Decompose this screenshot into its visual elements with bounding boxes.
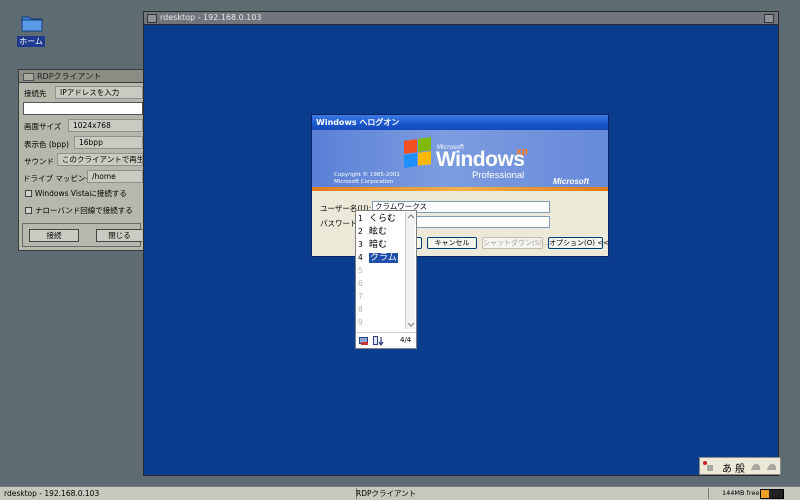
ime-help-icon[interactable] — [766, 462, 778, 472]
logon-dialog-title: Windows へログオン — [312, 115, 608, 130]
memory-usage-fill — [761, 490, 769, 498]
candidate-item[interactable]: 1 くらむ — [358, 212, 406, 225]
candidate-item-empty: 5 — [358, 266, 363, 275]
screen-size-select[interactable]: 1024x768 — [68, 119, 143, 132]
candidate-footer: 4/4 — [356, 332, 416, 348]
drive-mapping-label: ドライブ マッピング — [23, 174, 93, 183]
connect-to-label: 接続先 — [24, 89, 47, 98]
candidate-item[interactable]: 3 暗む — [358, 238, 406, 251]
ime-input-mode[interactable]: あ — [722, 460, 732, 475]
home-icon-label: ホーム — [17, 36, 45, 47]
maximize-icon[interactable] — [764, 14, 774, 23]
sort-icon[interactable] — [373, 336, 384, 346]
taskbar: rdesktop - 192.168.0.103 RDPクライアント 144MB… — [0, 486, 800, 500]
rdp-client-title: RDPクライアント — [37, 72, 102, 81]
candidate-item-selected[interactable]: 4 クラム — [358, 251, 406, 264]
close-button[interactable]: 閉じる — [96, 229, 142, 242]
keyboard-icon[interactable] — [359, 336, 369, 346]
shutdown-button: シャットダウン(S)... — [482, 237, 549, 249]
candidate-scrollbar[interactable] — [405, 212, 415, 329]
banner-xp-text: xp — [516, 147, 529, 157]
vista-checkbox-label: Windows Vistaに接続する — [35, 189, 127, 198]
sound-select[interactable]: このクライアントで再生 — [57, 153, 143, 166]
ime-pad-icon[interactable] — [750, 462, 762, 472]
connect-to-input[interactable] — [23, 102, 143, 115]
window-menu-icon[interactable] — [147, 14, 157, 23]
rdp-client-window: RDPクライアント 接続先 IPアドレスを入力 画面サイズ 1024x768 表… — [18, 69, 144, 251]
button-group: 接続 閉じる — [22, 223, 142, 247]
window-menu-icon[interactable] — [23, 73, 34, 81]
banner-professional-text: Professional — [472, 170, 525, 181]
candidate-page-counter: 4/4 — [400, 336, 412, 344]
candidate-item-empty: 6 — [358, 279, 363, 288]
narrowband-checkbox[interactable] — [25, 207, 32, 214]
color-depth-label: 表示色 (bpp) — [24, 140, 70, 149]
home-desktop-icon[interactable]: ホーム — [14, 12, 48, 48]
memory-free-text: 144MB free — [722, 489, 760, 497]
narrowband-checkbox-label: ナローバンド回線で接続する — [35, 206, 133, 215]
scroll-arrows-icon — [407, 214, 415, 327]
taskbar-item-rdp-client[interactable]: RDPクライアント — [352, 488, 709, 499]
memory-usage-bar — [760, 489, 784, 499]
sound-label: サウンド — [24, 157, 54, 166]
rdesktop-titlebar[interactable]: rdesktop - 192.168.0.103 — [144, 12, 778, 25]
screen-size-label: 画面サイズ — [24, 122, 62, 131]
windows-xp-banner: Microsoft Windows xp Professional Copyri… — [312, 130, 608, 191]
cancel-button[interactable]: キャンセル — [427, 237, 477, 249]
vista-checkbox[interactable] — [25, 190, 32, 197]
taskbar-item-rdesktop[interactable]: rdesktop - 192.168.0.103 — [0, 488, 357, 499]
candidate-item-empty: 9 — [358, 318, 363, 327]
ime-conversion-mode[interactable]: 般 — [735, 460, 745, 475]
banner-windows-text: Windows — [436, 148, 525, 171]
connect-to-hint: IPアドレスを入力 — [55, 86, 143, 99]
rdesktop-title: rdesktop - 192.168.0.103 — [160, 13, 262, 22]
ime-tool-icon[interactable] — [702, 460, 714, 472]
options-button[interactable]: オプション(O) << — [548, 237, 609, 249]
folder-icon — [21, 16, 43, 32]
drive-mapping-field[interactable]: /home — [87, 170, 143, 183]
color-depth-select[interactable]: 16bpp — [74, 136, 143, 149]
banner-copyright: Copyright © 1985-2001 — [334, 172, 400, 178]
connect-button[interactable]: 接続 — [29, 229, 79, 242]
ime-candidate-window: 1 くらむ 2 眩む 3 暗む 4 クラム 5 6 7 8 9 4/4 — [355, 210, 417, 349]
candidate-item-empty: 7 — [358, 292, 363, 301]
candidate-item[interactable]: 2 眩む — [358, 225, 406, 238]
banner-divider — [312, 187, 608, 191]
ime-language-bar: あ 般 — [699, 457, 781, 475]
banner-microsoft-logo: Microsoft — [553, 177, 589, 186]
candidate-item-empty: 8 — [358, 305, 363, 314]
windows-flag-logo-icon — [404, 137, 432, 168]
rdp-client-titlebar[interactable]: RDPクライアント — [19, 70, 143, 83]
banner-corporation: Microsoft Corporation — [334, 179, 394, 185]
